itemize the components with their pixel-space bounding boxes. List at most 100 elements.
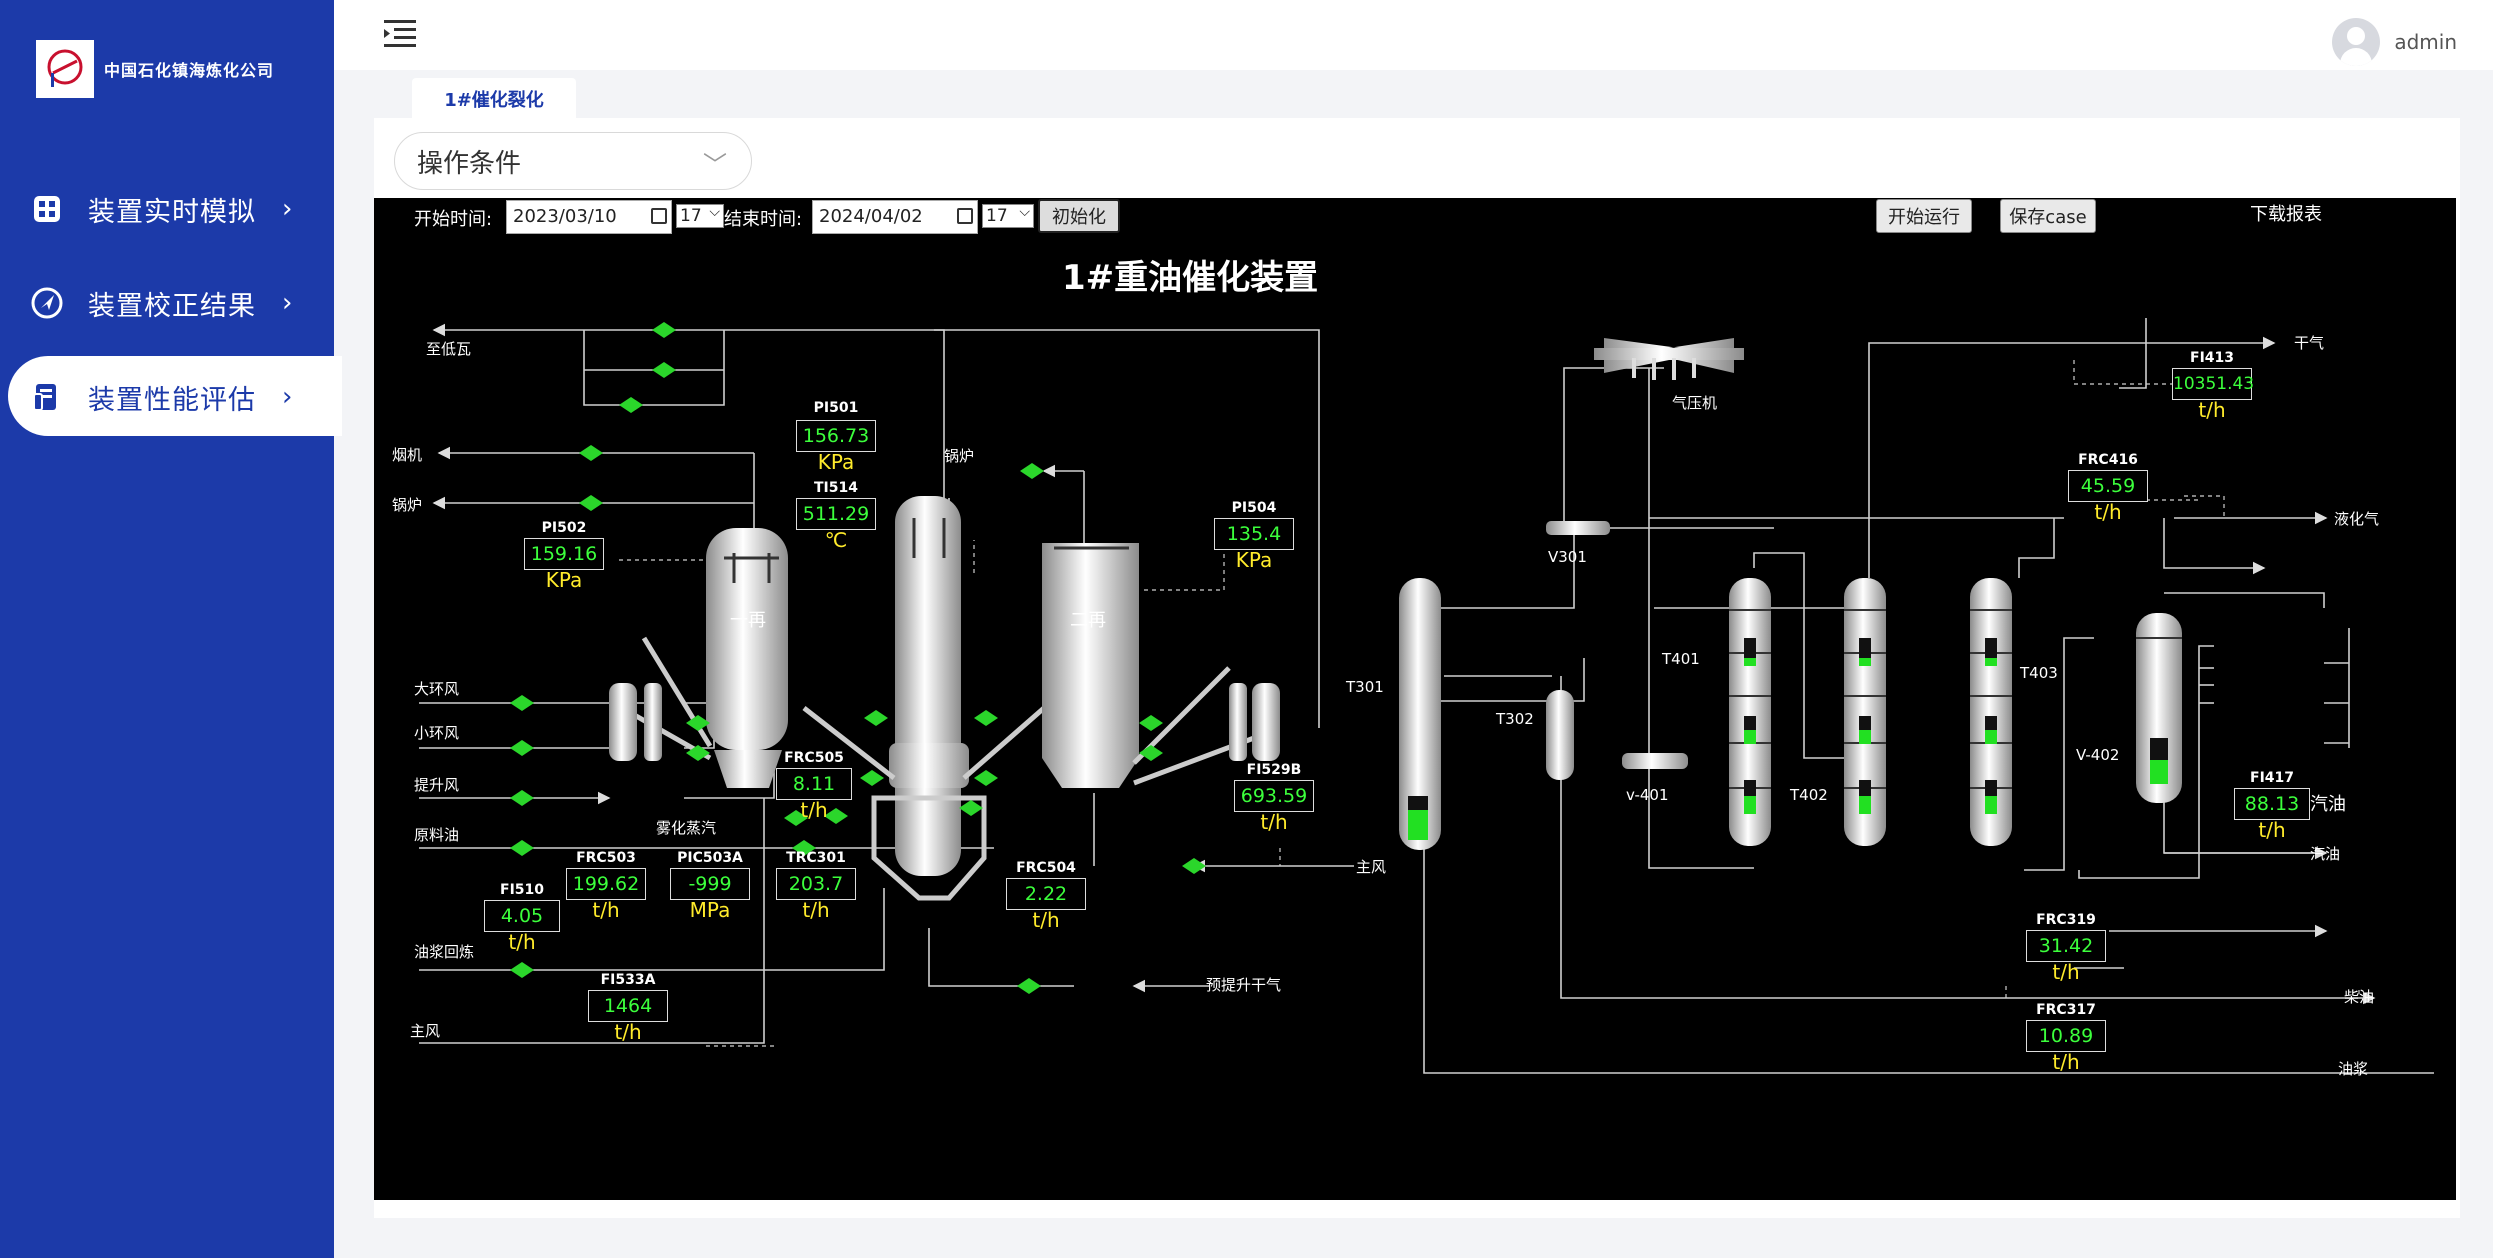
instrument-unit: KPa xyxy=(545,568,583,592)
start-run-button[interactable]: 开始运行 xyxy=(1876,199,1972,233)
end-date-value: 2024/04/02 xyxy=(819,206,923,227)
instrument-value: 156.73 xyxy=(796,420,876,452)
user-menu[interactable]: admin xyxy=(2332,18,2457,66)
start-hour-select[interactable]: 17 xyxy=(676,201,724,228)
t302-label: T302 xyxy=(1496,710,1534,728)
stream-label: 油浆回炼 xyxy=(414,943,475,961)
end-date-input[interactable]: 2024/04/02 xyxy=(812,200,978,234)
avatar xyxy=(2332,18,2381,66)
tab-fcc-1[interactable]: 1#催化裂化 xyxy=(412,78,576,120)
end-hour-select[interactable]: 17 xyxy=(982,201,1034,228)
view-select[interactable]: 操作条件 ﹀ xyxy=(394,132,752,190)
chevron-right-icon: › xyxy=(282,194,293,224)
instrument-unit: t/h xyxy=(1032,908,1060,932)
instrument-tag: FRC505 xyxy=(784,750,844,766)
instrument-value: 511.29 xyxy=(796,498,876,530)
menu-fold-icon[interactable] xyxy=(382,18,418,50)
instrument-tag: FRC317 xyxy=(2036,1002,2096,1018)
instrument-value: 203.7 xyxy=(776,868,856,900)
brand: 中国石化镇海炼化公司 xyxy=(36,40,274,98)
stream-label: 小环风 xyxy=(414,724,460,742)
reactor xyxy=(802,496,1046,901)
end-time-label: 结束时间: xyxy=(724,209,803,230)
instrument-unit: t/h xyxy=(592,898,620,922)
end-hour-value: 17 xyxy=(986,206,1008,226)
instrument-tag: PI502 xyxy=(541,520,587,536)
sidebar-item-calibration-results[interactable]: 装置校正结果 › xyxy=(0,262,334,342)
instrument-tag: FI413 xyxy=(2190,350,2234,366)
start-date-value: 2023/03/10 xyxy=(513,206,617,227)
stream-label: 烟机 xyxy=(392,446,423,464)
instrument-unit: t/h xyxy=(508,930,536,954)
sidebar-item-performance-evaluation[interactable]: 装置性能评估 › xyxy=(8,356,342,436)
instrument-tag: FRC504 xyxy=(1016,860,1076,876)
sidebar-menu: 装置实时模拟 › 装置校正结果 › 装置性能评估 › xyxy=(0,168,342,450)
init-button[interactable]: 初始化 xyxy=(1038,199,1120,233)
stream-label: 雾化蒸汽 xyxy=(656,819,717,837)
instrument-unit: t/h xyxy=(2094,500,2122,524)
instrument-unit: t/h xyxy=(2052,960,2080,984)
instrument-tag: FRC319 xyxy=(2036,912,2096,928)
instrument-value: 1464 xyxy=(588,990,668,1022)
regen2-label: 二再 xyxy=(1070,610,1106,631)
instrument-tag: FI529B xyxy=(1246,762,1302,778)
instrument-value: 45.59 xyxy=(2068,470,2148,502)
instrument-value: -999 xyxy=(670,868,750,900)
stream-label: 油浆 xyxy=(2338,1060,2369,1078)
t301-label: T301 xyxy=(1346,678,1384,696)
instrument-value: 8.11 xyxy=(776,768,852,800)
sidebar-item-realtime-simulation[interactable]: 装置实时模拟 › xyxy=(0,168,334,248)
stream-label: 汽油 xyxy=(2310,794,2346,815)
process-flow-svg xyxy=(419,318,2434,1074)
instrument-tag: FI510 xyxy=(500,882,544,898)
instrument-tag: TRC301 xyxy=(786,850,846,866)
t401-label: T401 xyxy=(1662,650,1700,668)
instrument-unit: KPa xyxy=(817,450,855,474)
stream-label: 提升风 xyxy=(414,776,460,794)
instrument-tag: FI417 xyxy=(2250,770,2294,786)
sidebar-item-label: 装置校正结果 xyxy=(88,291,256,322)
sinopec-logo xyxy=(36,40,94,98)
instrument-tag: PI504 xyxy=(1231,500,1277,516)
instrument-tag: PIC503A xyxy=(677,850,743,866)
stream-label: 干气 xyxy=(2294,334,2325,352)
grid-icon xyxy=(34,196,60,222)
instrument-tag: TI514 xyxy=(814,480,858,496)
instrument-unit: ℃ xyxy=(824,528,848,552)
instrument-value: 10351.43 xyxy=(2172,368,2254,400)
instrument-tag: FRC503 xyxy=(576,850,636,866)
instrument-value: 4.05 xyxy=(484,900,560,932)
chevron-down-icon: ﹀ xyxy=(703,151,727,179)
stream-label: 预提升干气 xyxy=(1206,976,1282,994)
v402-label: V-402 xyxy=(2076,746,2120,764)
stream-label: 主风 xyxy=(1356,858,1387,876)
instrument-tag: PI501 xyxy=(813,400,859,416)
sidebar-item-label: 装置实时模拟 xyxy=(88,197,256,228)
t402-label: T402 xyxy=(1790,786,1828,804)
instrument-value: 10.89 xyxy=(2026,1020,2106,1052)
instrument-unit: t/h xyxy=(2258,818,2286,842)
process-diagram: 开始时间: 2023/03/10 17 结束时间: 2024/04/02 17 … xyxy=(374,198,2456,1200)
sidebar-item-label: 装置性能评估 xyxy=(88,385,256,416)
regenerator-2 xyxy=(1042,543,1280,788)
download-report-link[interactable]: 下载报表 xyxy=(2250,200,2322,226)
instrument-unit: KPa xyxy=(1235,548,1273,572)
sidebar: 中国石化镇海炼化公司 装置实时模拟 › 装置校正结果 › 装置性能评估 › xyxy=(0,0,342,1258)
start-time-label: 开始时间: xyxy=(414,209,493,230)
username: admin xyxy=(2394,30,2457,54)
regen1-label: 一再 xyxy=(730,610,766,631)
stream-label: 至低瓦 xyxy=(426,340,472,358)
instrument-unit: t/h xyxy=(800,798,828,822)
save-case-button[interactable]: 保存case xyxy=(2000,199,2096,233)
stream-label: 锅炉 xyxy=(392,496,423,514)
instrument-value: 88.13 xyxy=(2234,788,2310,820)
diagram-title: 1#重油催化装置 xyxy=(1062,258,1319,298)
start-date-input[interactable]: 2023/03/10 xyxy=(506,200,672,234)
instrument-tag: FRC416 xyxy=(2078,452,2138,468)
instrument-value: 199.62 xyxy=(566,868,646,900)
view-select-value: 操作条件 xyxy=(417,148,522,179)
instrument-value: 693.59 xyxy=(1234,780,1314,812)
start-hour-value: 17 xyxy=(680,206,702,226)
chevron-right-icon: › xyxy=(282,288,293,318)
report-icon xyxy=(33,384,56,411)
